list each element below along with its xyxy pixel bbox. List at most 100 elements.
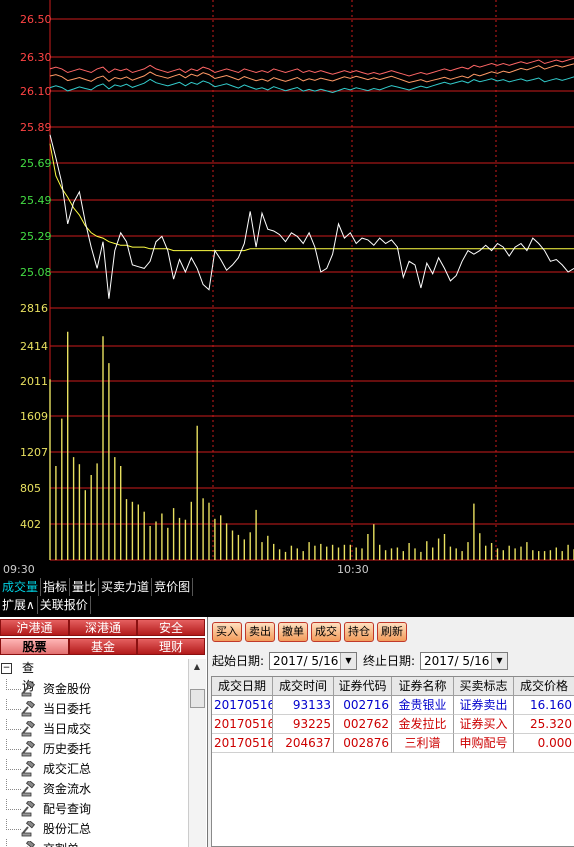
table-cell: 20170516 (212, 734, 273, 753)
tree-item-label: 资金股份 (43, 682, 92, 696)
table-row[interactable]: 20170516 204637 002876 三利谱 申购配号 0.000 (212, 734, 574, 753)
table-cell: 20170516 (212, 696, 273, 715)
volume-tick-label: 1207 (20, 446, 48, 459)
start-date-select[interactable]: 2017/ 5/16 ▼ (269, 652, 357, 670)
tab-auction-chart[interactable]: 竞价图 (152, 578, 194, 596)
time-tick-label: 10:30 (337, 563, 369, 576)
table-cell: 16.160 (514, 696, 574, 715)
table-cell: 93225 (273, 715, 334, 734)
trades-table: 成交日期 成交时间 证券代码 证券名称 买卖标志 成交价格 20170516 93… (211, 676, 574, 847)
nav-wealth[interactable]: 理财 (137, 638, 205, 655)
sell-button[interactable]: 卖出 (245, 622, 275, 642)
tree-item-label: 交割单 (43, 839, 79, 847)
start-date-label: 起始日期: (212, 654, 265, 668)
nav-stocks[interactable]: 股票 (0, 638, 69, 655)
table-cell: 25.320 (514, 715, 574, 734)
tree-item-label: 股份汇总 (43, 822, 92, 836)
time-tick-label: 09:30 (3, 563, 35, 576)
tree-item-label: 资金流水 (43, 782, 92, 796)
date-filter: 起始日期: 2017/ 5/16 ▼ 终止日期: 2017/ 5/16 ▼ (212, 651, 572, 671)
nav-funds[interactable]: 基金 (69, 638, 137, 655)
volume-tick-label: 2414 (20, 340, 48, 353)
gavel-icon (21, 721, 36, 737)
intraday-chart: 26.50 26.30 26.10 25.89 25.69 25.49 25.29 25.08… (0, 0, 574, 578)
price-bands (49, 57, 574, 94)
table-cell: 20170516 (212, 715, 273, 734)
refresh-button[interactable]: 刷新 (377, 622, 407, 642)
table-cell: 金发拉比 (392, 715, 454, 734)
column-header[interactable]: 成交日期 (212, 677, 273, 696)
column-header[interactable]: 证券代码 (334, 677, 392, 696)
tree-item-label: 当日委托 (43, 702, 92, 716)
tab-volume[interactable]: 成交量 (0, 578, 42, 596)
table-header: 成交日期 成交时间 证券代码 证券名称 买卖标志 成交价格 (212, 677, 574, 696)
column-header[interactable]: 成交价格 (514, 677, 574, 696)
end-date-label: 终止日期: (363, 654, 416, 668)
gavel-icon (21, 701, 36, 717)
end-date-select[interactable]: 2017/ 5/16 ▼ (420, 652, 508, 670)
cancel-order-button[interactable]: 撤单 (278, 622, 308, 642)
volume-tick-label: 2011 (20, 375, 48, 388)
table-row[interactable]: 20170516 93225 002762 金发拉比 证券买入 25.320 (212, 715, 574, 734)
gavel-icon (21, 761, 36, 777)
column-header[interactable]: 证券名称 (392, 677, 454, 696)
trades-button[interactable]: 成交 (311, 622, 341, 642)
tab-buy-sell-force[interactable]: 买卖力道 (99, 578, 153, 596)
tree-connector (6, 759, 21, 770)
price-tick-label: 25.89 (20, 121, 52, 134)
volume-tick-label: 402 (20, 518, 41, 531)
gavel-icon (25, 841, 36, 847)
column-header[interactable]: 买卖标志 (454, 677, 514, 696)
tree-connector (6, 819, 21, 830)
price-tick-label: 25.08 (20, 266, 52, 279)
tree-scrollbar[interactable]: ▲ (188, 659, 206, 847)
price-lines (49, 134, 574, 299)
nav-hk-sz-connect[interactable]: 深港通 (69, 619, 137, 636)
table-cell: 申购配号 (454, 734, 514, 753)
volume-tick-label: 805 (20, 482, 41, 495)
end-date-value: 2017/ 5/16 (424, 654, 490, 668)
buy-button[interactable]: 买入 (212, 622, 242, 642)
gavel-icon (21, 821, 36, 837)
table-cell: 002762 (334, 715, 392, 734)
nav-hk-sh-connect[interactable]: 沪港通 (0, 619, 69, 636)
tree-item-label: 配号查询 (43, 802, 92, 816)
category-buttons: 沪港通 深港通 安全 股票 基金 理财 (0, 619, 205, 657)
tree-item-label: 当日成交 (43, 722, 92, 736)
tree-item-label: 历史委托 (43, 742, 92, 756)
start-date-value: 2017/ 5/16 (273, 654, 339, 668)
table-cell: 0.000 (514, 734, 574, 753)
action-toolbar: 买入 卖出 撤单 成交 持仓 刷新 (212, 622, 407, 644)
scrollbar-thumb[interactable] (190, 689, 205, 708)
tree-connector (6, 839, 21, 847)
price-tick-label: 26.30 (20, 51, 52, 64)
table-cell: 204637 (273, 734, 334, 753)
price-tick-label: 26.50 (20, 13, 52, 26)
gavel-icon (21, 741, 36, 757)
column-header[interactable]: 成交时间 (273, 677, 334, 696)
chevron-down-icon[interactable]: ▼ (491, 653, 507, 669)
collapse-icon[interactable]: − (1, 663, 12, 674)
tab-indicator[interactable]: 指标 (41, 578, 71, 596)
tab-related-quote[interactable]: 关联报价 (38, 596, 91, 614)
tab-expand[interactable]: 扩展∧ (0, 596, 38, 614)
tab-volume-ratio[interactable]: 量比 (70, 578, 100, 596)
left-navigation: 沪港通 深港通 安全 股票 基金 理财 − 查询 资金股份 当日委托 当日成交 历史委… (0, 617, 208, 847)
average-price-line (49, 143, 574, 252)
price-tick-label: 25.29 (20, 230, 52, 243)
table-cell: 证券卖出 (454, 696, 514, 715)
nav-security[interactable]: 安全 (137, 619, 205, 636)
price-tick-label: 25.69 (20, 157, 52, 170)
upper-band-line (49, 57, 574, 77)
extension-tabs: 扩展∧ 关联报价 (0, 596, 574, 614)
gavel-icon (21, 681, 36, 697)
tree-connector (6, 799, 21, 810)
positions-button[interactable]: 持仓 (344, 622, 374, 642)
chevron-down-icon[interactable]: ▼ (340, 653, 356, 669)
table-row[interactable]: 20170516 93133 002716 金贵银业 证券卖出 16.160 (212, 696, 574, 715)
scroll-up-arrow-icon[interactable]: ▲ (189, 659, 205, 675)
tree-connector (6, 679, 21, 690)
volume-bars (49, 331, 574, 560)
table-cell: 002716 (334, 696, 392, 715)
indicator-tabs: 成交量 指标 量比 买卖力道 竞价图 (0, 578, 574, 596)
